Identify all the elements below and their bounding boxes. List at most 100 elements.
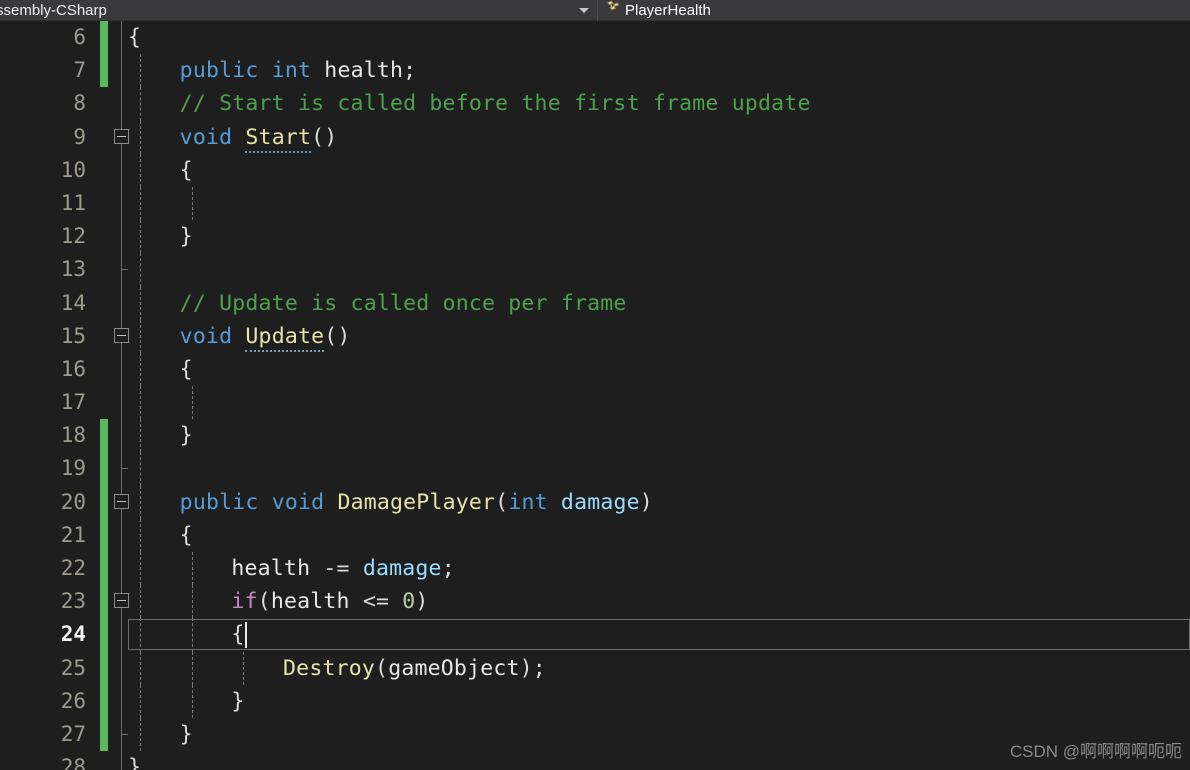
- code-text[interactable]: void Start(): [180, 121, 338, 154]
- line-number: 21: [60, 522, 86, 547]
- indent-guide: [140, 684, 141, 718]
- change-indicator-bar: [100, 585, 108, 619]
- code-line[interactable]: 6{: [0, 21, 1190, 55]
- outlining-end-tick: [121, 269, 128, 271]
- code-text[interactable]: }: [180, 220, 193, 253]
- code-text[interactable]: void Update(): [180, 320, 351, 353]
- outlining-end-tick: [121, 468, 128, 470]
- outlining-line: [121, 21, 122, 55]
- code-line[interactable]: 17: [0, 386, 1190, 420]
- outlining-line: [121, 286, 122, 320]
- change-indicator-bar: [100, 54, 108, 88]
- indent-guide: [140, 54, 141, 88]
- csdn-watermark: CSDN @啊啊啊啊呃呃: [1009, 742, 1182, 761]
- line-number: 13: [60, 257, 86, 282]
- code-line[interactable]: 22 health -= damage;: [0, 552, 1190, 586]
- code-line[interactable]: 23 if(health <= 0): [0, 585, 1190, 619]
- chevron-down-icon[interactable]: [579, 8, 589, 13]
- line-number: 10: [60, 157, 86, 182]
- line-number: 12: [60, 224, 86, 249]
- collapse-region-icon[interactable]: [114, 327, 129, 343]
- code-line[interactable]: 7 public int health;: [0, 54, 1190, 88]
- code-text[interactable]: public void DamagePlayer(int damage): [180, 486, 653, 519]
- code-editor[interactable]: 6{7 public int health; 8// Start is called…: [0, 21, 1190, 770]
- line-number: 14: [60, 290, 86, 315]
- line-number: 27: [60, 721, 86, 746]
- code-line[interactable]: 24 {: [0, 618, 1190, 652]
- code-text[interactable]: }: [180, 419, 193, 452]
- collapse-region-icon[interactable]: [114, 128, 129, 144]
- indent-guide: [191, 651, 193, 685]
- code-line[interactable]: 16 {: [0, 352, 1190, 387]
- line-number: 9: [73, 124, 86, 149]
- code-text[interactable]: {: [180, 154, 193, 187]
- change-indicator-bar: [100, 485, 108, 519]
- outlining-line: [121, 751, 122, 770]
- code-text[interactable]: {: [180, 519, 193, 552]
- code-line[interactable]: 15 void Update(): [0, 319, 1190, 353]
- change-indicator-bar: [100, 419, 108, 453]
- change-indicator-bar: [100, 684, 108, 718]
- line-number: 19: [60, 456, 86, 481]
- code-text[interactable]: {: [128, 21, 141, 54]
- indent-guide: [140, 386, 141, 420]
- code-text[interactable]: Destroy(gameObject);: [283, 652, 546, 685]
- line-number: 11: [60, 190, 86, 215]
- indent-guide: [140, 618, 141, 652]
- code-line[interactable]: 25 Destroy(gameObject);: [0, 651, 1190, 685]
- line-number: 7: [73, 58, 86, 83]
- code-text[interactable]: }: [128, 751, 141, 770]
- line-number: 8: [73, 91, 86, 116]
- code-line[interactable]: 9 void Start(): [0, 120, 1190, 154]
- outlining-line: [121, 651, 122, 685]
- line-number: 28: [60, 755, 86, 770]
- collapse-region-icon[interactable]: [114, 493, 129, 509]
- code-line[interactable]: 10 {: [0, 153, 1190, 187]
- code-line[interactable]: 26}: [0, 684, 1190, 718]
- outlining-line: [121, 518, 122, 552]
- indent-guide: [191, 684, 193, 718]
- outlining-line: [121, 186, 122, 221]
- change-indicator-bar: [100, 618, 108, 652]
- outlining-line: [121, 54, 122, 88]
- code-line[interactable]: 18}: [0, 419, 1190, 453]
- indent-guide: [140, 319, 141, 353]
- code-line[interactable]: 21 {: [0, 518, 1190, 552]
- code-line[interactable]: 11: [0, 186, 1190, 221]
- outlining-line: [121, 153, 122, 187]
- change-indicator-bar: [100, 552, 108, 586]
- code-text[interactable]: {: [180, 353, 193, 386]
- code-line[interactable]: 20 public void DamagePlayer(int damage): [0, 485, 1190, 519]
- code-line[interactable]: 12}: [0, 220, 1190, 254]
- scope-dropdown[interactable]: ssembly-CSharp: [0, 0, 597, 21]
- code-line[interactable]: 13: [0, 253, 1190, 287]
- indent-guide: [140, 286, 141, 320]
- indent-guide: [140, 120, 141, 154]
- code-line[interactable]: 19: [0, 452, 1190, 486]
- code-text[interactable]: public int health;: [180, 54, 417, 87]
- line-number: 24: [60, 622, 86, 647]
- change-indicator-bar: [100, 518, 108, 552]
- code-text[interactable]: health -= damage;: [231, 552, 454, 585]
- code-text[interactable]: }: [231, 685, 244, 718]
- code-line[interactable]: 8 // Start is called before the first fra…: [0, 87, 1190, 121]
- line-number: 25: [60, 655, 86, 680]
- code-text[interactable]: {: [231, 618, 244, 651]
- current-line-highlight: [128, 619, 1190, 651]
- outlining-line: [121, 552, 122, 586]
- indent-guide: [140, 485, 141, 519]
- code-text[interactable]: // Start is called before the first fram…: [180, 87, 811, 120]
- code-text[interactable]: // Update is called once per frame: [180, 287, 627, 320]
- class-icon: [604, 0, 622, 20]
- indent-guide: [191, 552, 193, 586]
- indent-guide: [140, 352, 141, 387]
- code-text[interactable]: if(health <= 0): [231, 585, 428, 618]
- member-dropdown[interactable]: PlayerHealth: [598, 0, 1190, 21]
- code-text[interactable]: }: [180, 718, 193, 751]
- indent-guide: [140, 220, 141, 254]
- line-number: 6: [73, 25, 86, 49]
- indent-guide: [140, 518, 141, 552]
- text-cursor: [245, 622, 248, 649]
- collapse-region-icon[interactable]: [114, 593, 129, 609]
- code-line[interactable]: 14 // Update is called once per frame: [0, 286, 1190, 320]
